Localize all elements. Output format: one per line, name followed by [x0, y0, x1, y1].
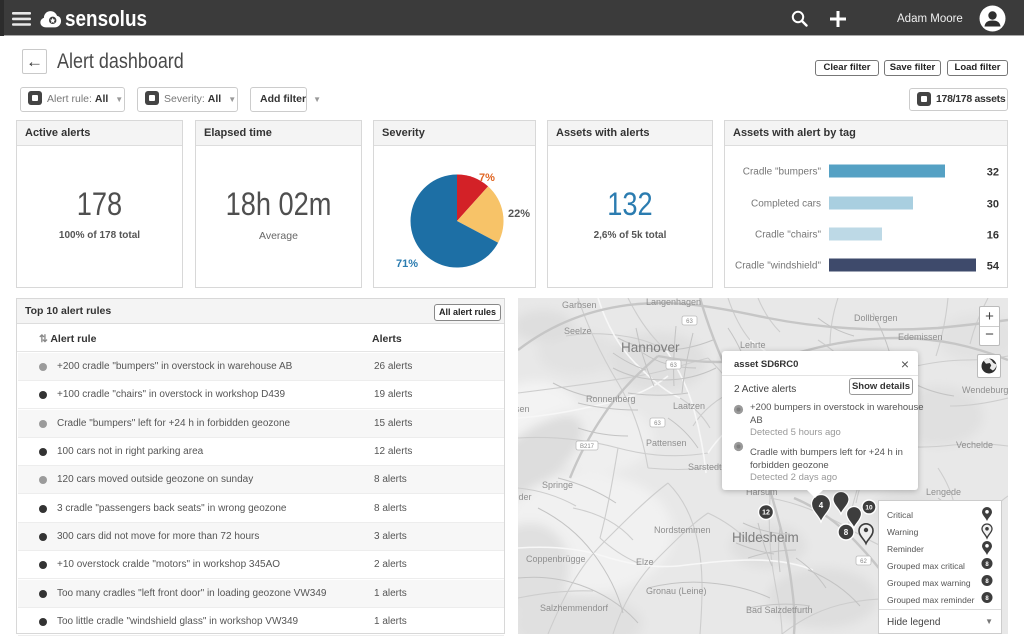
- svg-text:Ronnenberg: Ronnenberg: [586, 394, 636, 404]
- svg-text:Dollbergen: Dollbergen: [854, 313, 898, 323]
- svg-text:Cradle "bumpers": Cradle "bumpers": [743, 167, 822, 178]
- svg-text:71%: 71%: [396, 258, 418, 270]
- svg-text:7%: 7%: [479, 172, 495, 184]
- svg-text:Vechelde: Vechelde: [956, 440, 993, 450]
- svg-text:Wendeburg: Wendeburg: [962, 385, 1008, 395]
- svg-text:Hildesheim: Hildesheim: [732, 530, 799, 545]
- svg-text:62: 62: [860, 559, 867, 565]
- svg-text:Nordstemmen: Nordstemmen: [654, 525, 711, 535]
- svg-text:Seelze: Seelze: [564, 326, 592, 336]
- svg-text:Completed cars: Completed cars: [751, 199, 821, 210]
- svg-text:30: 30: [987, 199, 999, 211]
- svg-text:Cradle "windshield": Cradle "windshield": [735, 261, 821, 272]
- svg-text:Coppenbrügge: Coppenbrügge: [526, 554, 586, 564]
- svg-text:Pattensen: Pattensen: [646, 438, 687, 448]
- svg-text:Hannover: Hannover: [621, 340, 680, 355]
- svg-text:10: 10: [865, 505, 873, 512]
- svg-text:filder: filder: [518, 492, 532, 502]
- svg-text:usen: usen: [518, 404, 530, 414]
- svg-text:63: 63: [670, 363, 677, 369]
- svg-text:Lehrte: Lehrte: [740, 340, 766, 350]
- svg-text:63: 63: [686, 319, 693, 325]
- svg-text:Elze: Elze: [636, 557, 654, 567]
- svg-text:Springe: Springe: [542, 480, 573, 490]
- svg-text:32: 32: [987, 167, 999, 179]
- svg-text:Langenhagen: Langenhagen: [646, 298, 701, 307]
- svg-text:22%: 22%: [508, 208, 530, 220]
- svg-text:Edemissen: Edemissen: [898, 332, 943, 342]
- svg-text:Sarstedt: Sarstedt: [688, 462, 722, 472]
- svg-text:12: 12: [762, 510, 770, 517]
- svg-text:16: 16: [987, 230, 999, 242]
- svg-text:54: 54: [987, 261, 1000, 273]
- svg-text:Gronau (Leine): Gronau (Leine): [646, 586, 707, 596]
- svg-text:Garbsen: Garbsen: [562, 300, 597, 310]
- svg-text:B217: B217: [580, 444, 595, 450]
- svg-text:Lengede: Lengede: [926, 487, 961, 497]
- svg-text:4: 4: [819, 501, 824, 510]
- svg-text:Cradle "chairs": Cradle "chairs": [755, 230, 821, 241]
- svg-text:Salzhemmendorf: Salzhemmendorf: [540, 603, 609, 613]
- svg-text:63: 63: [654, 421, 661, 427]
- svg-text:Bad Salzdetfurth: Bad Salzdetfurth: [746, 605, 813, 615]
- svg-text:Laatzen: Laatzen: [673, 401, 705, 411]
- svg-text:8: 8: [844, 528, 849, 537]
